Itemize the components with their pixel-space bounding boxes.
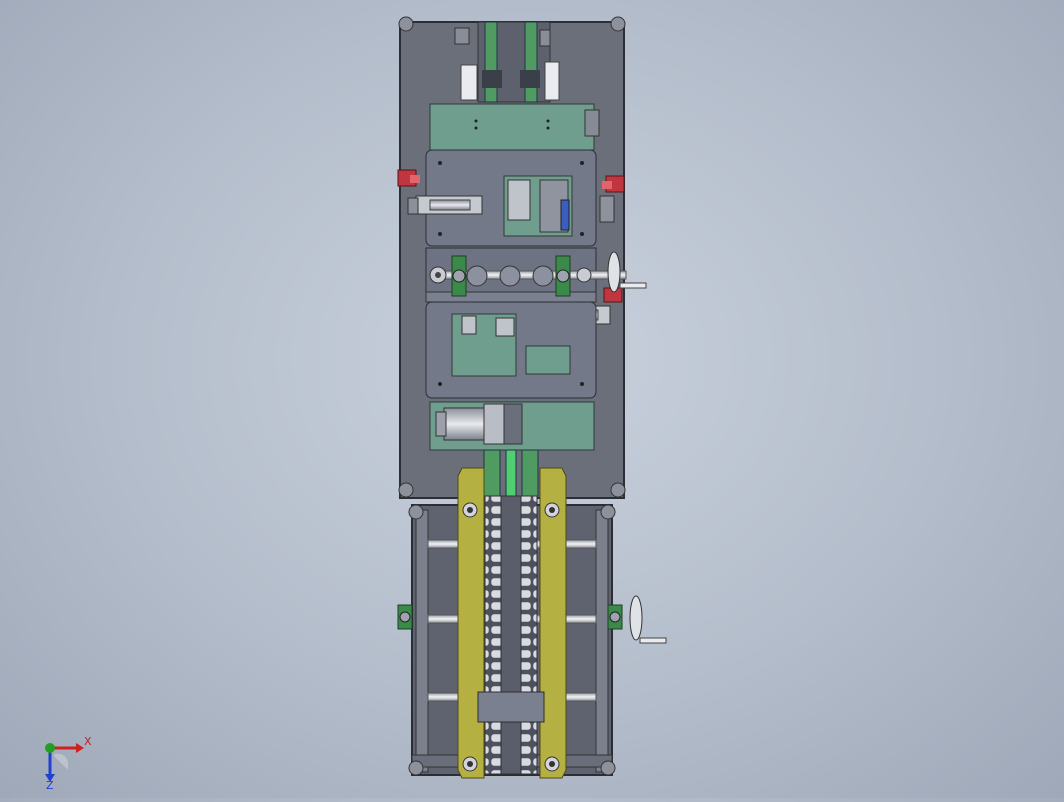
right-bracket <box>599 195 615 223</box>
x-axis-arrow <box>76 743 84 753</box>
y-axis-dot <box>45 743 55 753</box>
triad-shadow <box>54 753 69 770</box>
lower-conveyor-guides <box>483 449 539 497</box>
x-axis-label: X <box>84 735 92 748</box>
z-axis-label: Z <box>46 779 54 790</box>
upper-mount-plate <box>429 103 600 151</box>
motor-mount <box>429 401 595 451</box>
carriage-block <box>477 691 545 723</box>
lower-plate <box>425 301 597 399</box>
cad-viewport[interactable]: X Z <box>0 0 1064 798</box>
assembly-drawing <box>397 16 667 779</box>
drive-chains <box>484 495 538 775</box>
axis-triad: X Z <box>45 735 92 790</box>
left-cylinder <box>407 195 483 215</box>
